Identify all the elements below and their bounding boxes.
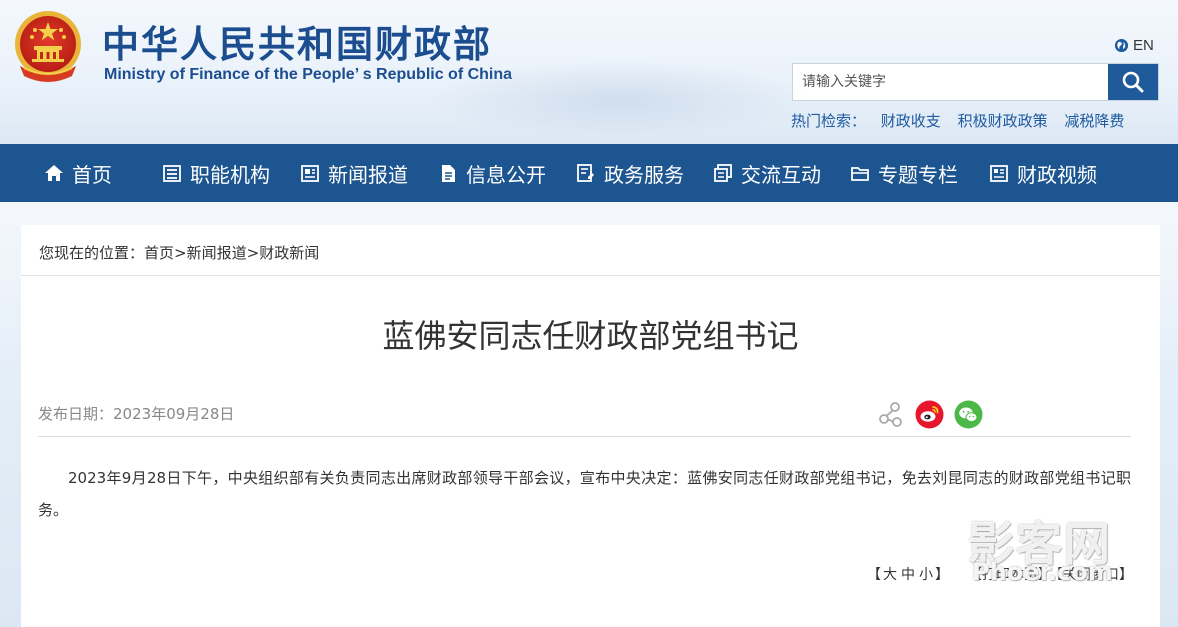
nav-item-label: 职能机构 <box>190 162 270 187</box>
weibo-icon <box>915 400 944 429</box>
nav-item-functions[interactable]: 职能机构 <box>162 144 270 202</box>
article-body: 2023年9月28日下午，中央组织部有关负责同志出席财政部领导干部会议，宣布中央… <box>38 469 1131 519</box>
site-title-cn[interactable]: 中华人民共和国财政部 <box>102 14 492 68</box>
list-icon <box>163 165 181 182</box>
breadcrumb-separator: > <box>174 244 187 262</box>
nav-item-videos[interactable]: 财政视频 <box>989 144 1097 202</box>
nav-item-label: 信息公开 <box>466 162 546 187</box>
breadcrumb-link-home[interactable]: 首页 <box>144 244 174 262</box>
main-nav: 首页 职能机构 新闻报道 信息公开 政务服务 交流互动 专题专栏 财政视频 <box>0 144 1178 202</box>
nav-item-services[interactable]: 政务服务 <box>576 144 684 202</box>
font-size-medium-button[interactable]: 中 <box>901 567 915 583</box>
chat-icon <box>714 164 732 182</box>
newspaper-icon <box>301 165 319 182</box>
publish-date-label: 发布日期： <box>38 405 114 423</box>
breadcrumb-link-news[interactable]: 新闻报道 <box>187 244 247 262</box>
nav-item-label: 财政视频 <box>1017 162 1097 187</box>
document-icon <box>442 165 455 182</box>
globe-icon <box>1114 38 1129 53</box>
hot-term-link[interactable]: 减税降费 <box>1064 112 1124 130</box>
national-emblem-icon <box>15 11 81 82</box>
nav-item-disclosure[interactable]: 信息公开 <box>438 144 546 202</box>
share-button[interactable] <box>876 400 905 429</box>
hot-search-terms: 热门检索： 财政收支 积极财政政策 减税降费 <box>791 110 1136 131</box>
site-title-en[interactable]: Ministry of Finance of the People’ s Rep… <box>104 66 512 84</box>
nav-item-label: 专题专栏 <box>878 162 958 187</box>
breadcrumb-label: 您现在的位置： <box>39 244 145 262</box>
nav-item-news[interactable]: 新闻报道 <box>300 144 408 202</box>
publish-date-value: 2023年09月28日 <box>113 405 235 423</box>
page-tools: 【打印本页】 【关闭窗口】 <box>968 564 1137 584</box>
publish-date: 发布日期：2023年09月28日 <box>38 403 234 424</box>
breadcrumb-separator: > <box>246 244 260 262</box>
breadcrumb-link-finance-news[interactable]: 财政新闻 <box>259 244 319 262</box>
site-header: 中华人民共和国财政部 Ministry of Finance of the Pe… <box>0 0 1178 144</box>
bracket-open: 【 <box>867 567 881 583</box>
breadcrumb: 您现在的位置：首页>新闻报道>财政新闻 <box>39 242 319 263</box>
nav-item-label: 政务服务 <box>604 162 684 187</box>
language-label[interactable]: EN <box>1133 37 1154 54</box>
font-size-small-button[interactable]: 小 <box>919 567 933 583</box>
close-window-link[interactable]: 【关闭窗口】 <box>1056 567 1133 583</box>
divider <box>38 436 1131 437</box>
nav-item-home[interactable]: 首页 <box>44 144 112 202</box>
font-size-large-button[interactable]: 大 <box>883 567 897 583</box>
print-page-link[interactable]: 【打印本页】 <box>968 567 1052 583</box>
video-icon <box>990 165 1008 182</box>
home-icon <box>45 165 63 181</box>
nav-item-label: 首页 <box>72 162 112 187</box>
folder-icon <box>851 167 869 181</box>
wechat-icon <box>954 400 983 429</box>
hot-search-label: 热门检索： <box>791 112 867 130</box>
divider <box>21 275 1160 276</box>
share-icon <box>879 402 902 427</box>
search-box <box>792 63 1159 101</box>
search-button[interactable] <box>1108 64 1158 100</box>
share-bar <box>876 400 983 429</box>
nav-item-label: 新闻报道 <box>328 162 408 187</box>
article-panel: 您现在的位置：首页>新闻报道>财政新闻 蓝佛安同志任财政部党组书记 发布日期：2… <box>21 225 1160 627</box>
service-icon <box>577 164 594 182</box>
bracket-close: 】 <box>935 567 949 583</box>
wechat-share-button[interactable] <box>954 400 983 429</box>
nav-item-topics[interactable]: 专题专栏 <box>850 144 958 202</box>
weibo-share-button[interactable] <box>915 400 944 429</box>
search-icon <box>1122 71 1144 93</box>
language-switch-link[interactable]: EN <box>1114 37 1154 54</box>
hot-term-link[interactable]: 财政收支 <box>881 112 941 130</box>
font-size-controls: 【大中小】 <box>867 564 949 584</box>
nav-item-interaction[interactable]: 交流互动 <box>713 144 821 202</box>
hot-term-link[interactable]: 积极财政政策 <box>958 112 1048 130</box>
search-input[interactable] <box>793 64 1108 100</box>
article-title: 蓝佛安同志任财政部党组书记 <box>382 317 799 355</box>
nav-item-label: 交流互动 <box>741 162 821 187</box>
